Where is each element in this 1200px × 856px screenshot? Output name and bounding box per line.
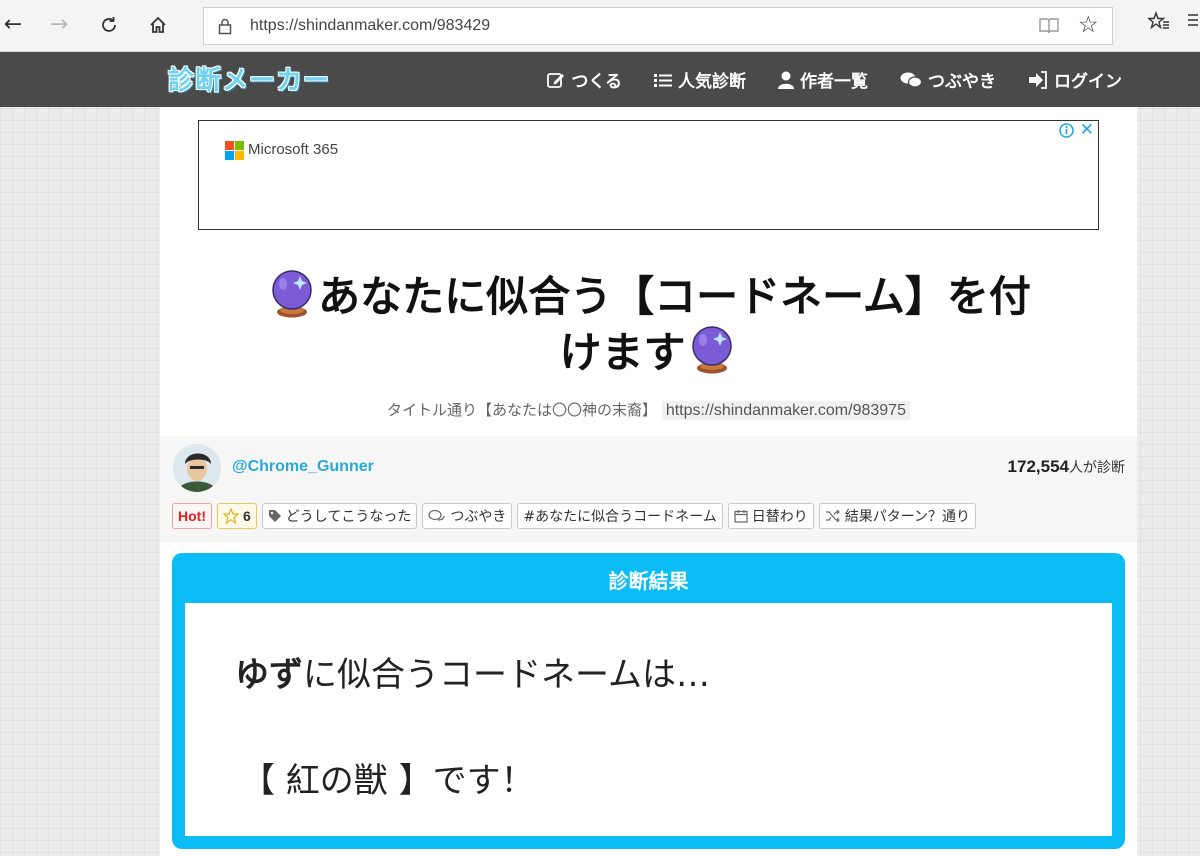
comments-outline-icon: [428, 509, 445, 521]
tag-icon: [268, 510, 281, 522]
tag-label: 日替わり: [751, 509, 808, 525]
forward-arrow-icon[interactable]: →: [44, 10, 74, 40]
title-line-1: あなたに似合う【コードネーム】を付: [318, 272, 1031, 321]
result-panel: 診断結果 ゆずに似合うコードネームは… 【 紅の獣 】です！: [172, 553, 1125, 849]
microsoft-logo-icon: [225, 141, 244, 160]
ad-info-icon[interactable]: [1059, 123, 1074, 142]
diagnosis-count: 172,554人が診断: [1008, 457, 1125, 477]
favorite-count: 6: [243, 508, 251, 524]
result-line-2: 【 紅の獣 】です！: [241, 761, 535, 801]
nav-item-tweets[interactable]: つぶやき: [900, 67, 996, 92]
home-icon[interactable]: [143, 10, 173, 40]
result-line-1-text: に似合うコードネームは…: [303, 655, 710, 695]
description-link[interactable]: https://shindanmaker.com/983975: [661, 401, 910, 420]
nav-item-label: 作者一覧: [800, 72, 868, 92]
calendar-icon: [734, 510, 748, 523]
nav-item-authors[interactable]: 作者一覧: [778, 67, 868, 92]
description-text: タイトル通り【あなたは〇〇神の末裔】: [387, 401, 658, 419]
tag-label: つぶやき: [450, 509, 507, 525]
result-user-name: ゆず: [235, 655, 303, 695]
site-logo[interactable]: 診断メーカー: [168, 60, 330, 97]
tag-result-patterns[interactable]: 結果パターン？通り: [818, 503, 977, 529]
ad-close-icon[interactable]: ✕: [1080, 121, 1094, 139]
site-header: 診断メーカー つくる 人気診断 作者一覧 つぶやき ログイン: [0, 52, 1200, 107]
result-header: 診断結果: [608, 569, 689, 593]
refresh-icon[interactable]: [94, 10, 124, 40]
star-outline-icon: [223, 508, 239, 524]
count-suffix: 人が診断: [1069, 460, 1125, 476]
result-line-1: ゆずに似合うコードネームは…: [235, 647, 710, 696]
nav-item-popular[interactable]: 人気診断: [654, 67, 746, 92]
crystal-ball-icon: [691, 326, 732, 374]
hot-badge: Hot!: [172, 503, 212, 529]
nav-item-login[interactable]: ログイン: [1028, 67, 1122, 92]
tag-tweets[interactable]: つぶやき: [422, 503, 513, 529]
tag-doushite[interactable]: どうしてこうなった: [261, 503, 418, 529]
favorite-count-button[interactable]: 6: [217, 503, 257, 529]
back-arrow-icon[interactable]: ←: [0, 10, 28, 40]
url-text[interactable]: https://shindanmaker.com/983429: [250, 17, 490, 35]
main-nav: つくる 人気診断 作者一覧 つぶやき ログイン: [515, 52, 1122, 107]
nav-item-label: 人気診断: [678, 72, 746, 92]
favorites-icon[interactable]: [1146, 10, 1170, 35]
crystal-ball-icon: [272, 270, 312, 318]
nav-item-label: つくる: [571, 72, 622, 92]
address-bar[interactable]: https://shindanmaker.com/983429 ☆: [203, 7, 1113, 45]
shuffle-icon: [825, 509, 840, 523]
nav-item-label: つぶやき: [928, 72, 996, 92]
author-link[interactable]: @Chrome_Gunner: [232, 458, 374, 476]
edit-icon: [547, 72, 565, 88]
favorite-star-icon[interactable]: ☆: [1078, 12, 1099, 38]
reading-view-icon[interactable]: [1038, 17, 1060, 39]
extensions-icon[interactable]: [1186, 12, 1200, 34]
main-content: Microsoft 365 ✕ あなたに似合う【コードネーム】を付 けます タイ…: [160, 107, 1137, 856]
nav-item-create[interactable]: つくる: [547, 67, 622, 92]
diagnosis-description: タイトル通り【あなたは〇〇神の末裔】 https://shindanmaker.…: [160, 399, 1137, 420]
count-number: 172,554: [1007, 457, 1069, 476]
diagnosis-title: あなたに似合う【コードネーム】を付 けます: [190, 267, 1107, 379]
tag-hashtag[interactable]: #あなたに似合うコードネーム: [517, 503, 723, 529]
nav-item-label: ログイン: [1054, 72, 1122, 92]
ad-banner[interactable]: Microsoft 365 ✕: [198, 120, 1099, 230]
ad-brand-text: Microsoft 365: [248, 141, 339, 158]
result-body: ゆずに似合うコードネームは… 【 紅の獣 】です！: [185, 603, 1112, 836]
comments-icon: [900, 72, 922, 88]
tag-label: 結果パターン？通り: [844, 509, 971, 525]
list-icon: [654, 73, 672, 87]
diagnosis-meta: @Chrome_Gunner 172,554人が診断 Hot! 6 どうしてこう…: [160, 436, 1137, 542]
author-avatar[interactable]: [173, 444, 221, 492]
tag-daily[interactable]: 日替わり: [727, 503, 814, 529]
tag-label: どうしてこうなった: [285, 509, 412, 525]
title-line-2: けます: [559, 328, 686, 377]
user-icon: [778, 71, 794, 89]
tag-list: Hot! 6 どうしてこうなった つぶやき #あなたに似合うコードネーム 日替わ…: [172, 503, 977, 529]
browser-toolbar: ← → https://shindanmaker.com/983429 ☆: [0, 0, 1200, 52]
login-icon: [1029, 70, 1047, 89]
lock-icon: [218, 18, 232, 39]
